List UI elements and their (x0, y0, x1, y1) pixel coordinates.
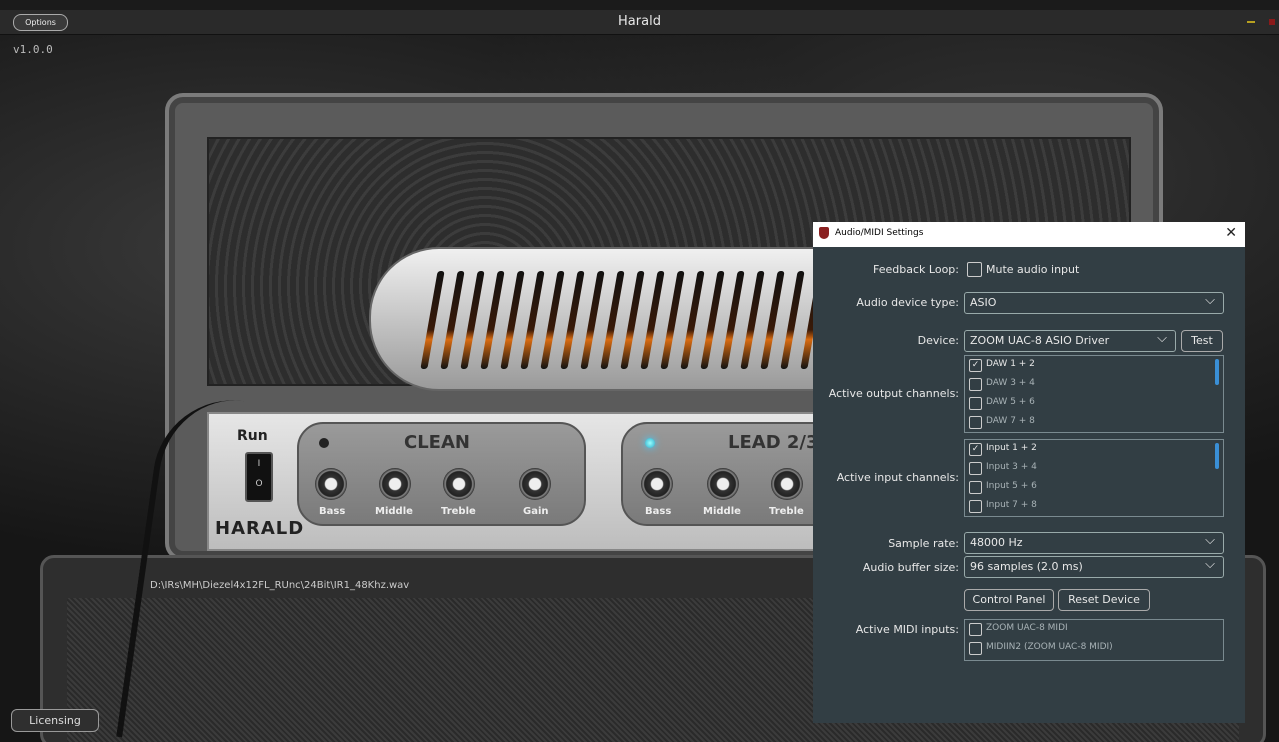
output-channels-list[interactable]: ✓ DAW 1 + 2 DAW 3 + 4 DAW 5 + 6 DAW 7 + 8 (964, 355, 1224, 433)
output-channel-label: DAW 5 + 6 (986, 397, 1035, 407)
list-item[interactable]: DAW 5 + 6 (965, 394, 1223, 413)
midi-input-label: MIDIIN2 (ZOOM UAC-8 MIDI) (986, 642, 1113, 652)
lead-bass-knob[interactable] (641, 468, 673, 500)
reset-device-button[interactable]: Reset Device (1058, 589, 1150, 611)
list-item[interactable]: Input 5 + 6 (965, 478, 1223, 497)
list-item[interactable]: Input 3 + 4 (965, 459, 1223, 478)
list-item[interactable]: ✓ Input 1 + 2 (965, 440, 1223, 459)
buffer-size-label: Audio buffer size: (862, 561, 959, 574)
clean-bass-label: Bass (319, 506, 346, 517)
clean-treble-label: Treble (441, 506, 476, 517)
window-title: Harald (618, 14, 661, 29)
buffer-size-value: 96 samples (2.0 ms) (970, 560, 1083, 573)
lead-middle-label: Middle (703, 506, 741, 517)
output-checkbox[interactable] (969, 378, 982, 391)
version-label: v1.0.0 (13, 43, 53, 56)
input-channels-label: Active input channels: (836, 471, 959, 484)
device-type-value: ASIO (970, 296, 997, 309)
buffer-size-select[interactable]: 96 samples (2.0 ms) ⌵ (964, 556, 1224, 578)
clean-middle-label: Middle (375, 506, 413, 517)
lead-treble-knob[interactable] (771, 468, 803, 500)
device-label: Device: (917, 334, 959, 347)
close-button[interactable] (1269, 19, 1275, 25)
clean-middle-knob[interactable] (379, 468, 411, 500)
input-channel-label: Input 7 + 8 (986, 500, 1037, 510)
chevron-down-icon: ⌵ (1205, 533, 1215, 548)
midi-checkbox[interactable] (969, 642, 982, 655)
clean-led (319, 438, 329, 448)
clean-gain-label: Gain (523, 506, 549, 517)
app-icon (819, 227, 829, 239)
test-button[interactable]: Test (1181, 330, 1223, 352)
lead-treble-label: Treble (769, 506, 804, 517)
sample-rate-select[interactable]: 48000 Hz ⌵ (964, 532, 1224, 554)
mute-audio-label[interactable]: Mute audio input (986, 263, 1079, 276)
input-channels-list[interactable]: ✓ Input 1 + 2 Input 3 + 4 Input 5 + 6 Inp… (964, 439, 1224, 517)
list-item[interactable]: ✓ DAW 1 + 2 (965, 356, 1223, 375)
clean-channel: CLEAN Bass Middle Treble Gain (297, 422, 586, 526)
lead-led (645, 438, 655, 448)
list-item[interactable]: ZOOM UAC-8 MIDI (965, 620, 1223, 639)
midi-inputs-list[interactable]: ZOOM UAC-8 MIDI MIDIIN2 (ZOOM UAC-8 MIDI… (964, 619, 1224, 661)
feedback-loop-label: Feedback Loop: (873, 263, 959, 276)
output-channel-label: DAW 1 + 2 (986, 359, 1035, 369)
clean-treble-knob[interactable] (443, 468, 475, 500)
list-item[interactable]: DAW 3 + 4 (965, 375, 1223, 394)
sample-rate-value: 48000 Hz (970, 536, 1023, 549)
clean-bass-knob[interactable] (315, 468, 347, 500)
device-select[interactable]: ZOOM UAC-8 ASIO Driver ⌵ (964, 330, 1176, 352)
input-channel-label: Input 1 + 2 (986, 443, 1037, 453)
output-checkbox[interactable] (969, 397, 982, 410)
list-item[interactable]: MIDIIN2 (ZOOM UAC-8 MIDI) (965, 639, 1223, 658)
dialog-title: Audio/MIDI Settings (835, 228, 924, 238)
lead-middle-knob[interactable] (707, 468, 739, 500)
control-panel-button[interactable]: Control Panel (964, 589, 1054, 611)
list-item[interactable]: Input 7 + 8 (965, 497, 1223, 516)
input-channel-label: Input 5 + 6 (986, 481, 1037, 491)
chevron-down-icon: ⌵ (1205, 557, 1215, 572)
chevron-down-icon: ⌵ (1157, 331, 1167, 346)
clean-title: CLEAN (404, 432, 470, 453)
mute-audio-checkbox[interactable] (967, 262, 982, 277)
lead-title: LEAD 2/3 (728, 432, 819, 453)
list-item[interactable]: DAW 7 + 8 (965, 413, 1223, 432)
input-channel-label: Input 3 + 4 (986, 462, 1037, 472)
audio-midi-settings-dialog: Audio/MIDI Settings ✕ Feedback Loop: Mut… (813, 222, 1245, 723)
device-value: ZOOM UAC-8 ASIO Driver (970, 334, 1110, 347)
dialog-title-bar: Audio/MIDI Settings ✕ (813, 222, 1245, 247)
output-channel-label: DAW 3 + 4 (986, 378, 1035, 388)
close-icon[interactable]: ✕ (1225, 225, 1237, 241)
output-checkbox[interactable]: ✓ (969, 359, 982, 372)
chevron-down-icon: ⌵ (1205, 293, 1215, 308)
device-type-select[interactable]: ASIO ⌵ (964, 292, 1224, 314)
clean-gain-knob[interactable] (519, 468, 551, 500)
midi-checkbox[interactable] (969, 623, 982, 636)
input-checkbox[interactable] (969, 481, 982, 494)
input-checkbox[interactable] (969, 500, 982, 513)
output-checkbox[interactable] (969, 416, 982, 429)
output-channel-label: DAW 7 + 8 (986, 416, 1035, 426)
midi-inputs-label: Active MIDI inputs: (855, 623, 959, 636)
input-checkbox[interactable]: ✓ (969, 443, 982, 456)
title-bar: Options Harald (0, 10, 1279, 35)
input-checkbox[interactable] (969, 462, 982, 475)
switch-off-mark: O (255, 479, 263, 489)
output-channels-label: Active output channels: (828, 387, 959, 400)
impulse-response-path[interactable]: D:\IRs\MH\Diezel4x12FL_RUnc\24Bit\IR1_48… (150, 580, 409, 591)
lead-bass-label: Bass (645, 506, 672, 517)
device-type-label: Audio device type: (856, 296, 959, 309)
midi-input-label: ZOOM UAC-8 MIDI (986, 623, 1068, 633)
sample-rate-label: Sample rate: (888, 537, 959, 550)
licensing-button[interactable]: Licensing (11, 709, 99, 732)
minimize-button[interactable] (1247, 21, 1255, 23)
